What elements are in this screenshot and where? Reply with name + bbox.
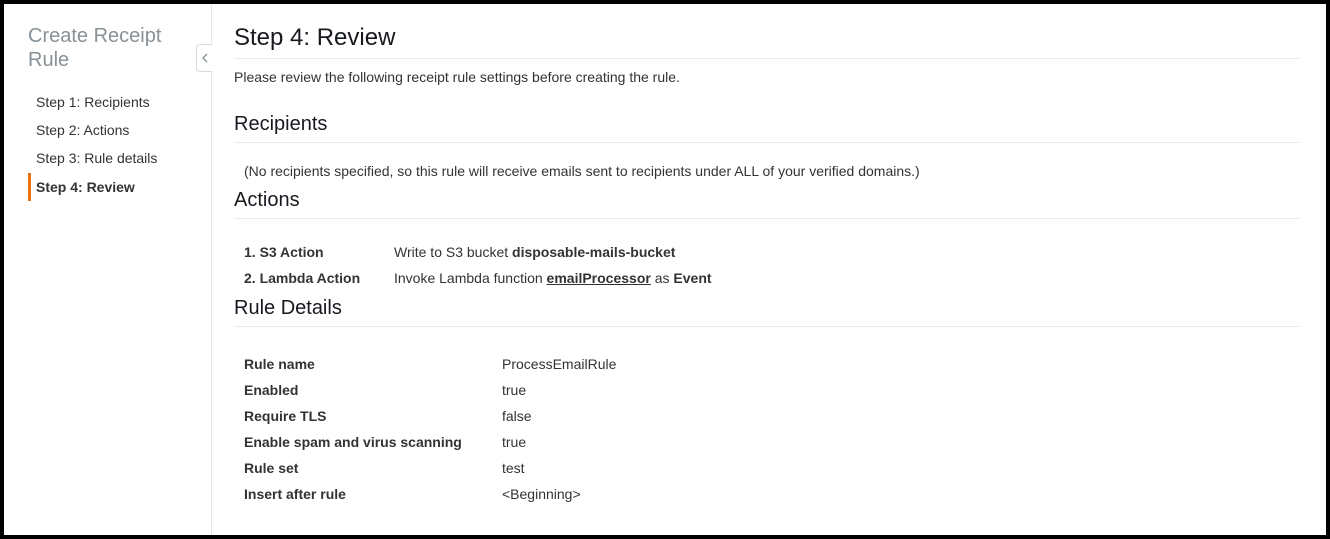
detail-value: true bbox=[502, 382, 526, 398]
action-description: Invoke Lambda function emailProcessor as… bbox=[394, 270, 712, 286]
lambda-function-link[interactable]: emailProcessor bbox=[547, 270, 651, 286]
title-divider bbox=[234, 58, 1300, 59]
sidebar-title: Create Receipt Rule bbox=[28, 24, 193, 72]
actions-table: 1. S3 Action Write to S3 bucket disposab… bbox=[234, 229, 1300, 297]
detail-row-spam-virus: Enable spam and virus scanning true bbox=[244, 429, 1300, 455]
action-desc-post-pre: as bbox=[651, 270, 674, 286]
nav-step-3[interactable]: Step 3: Rule details bbox=[28, 144, 193, 172]
action-description: Write to S3 bucket disposable-mails-buck… bbox=[394, 244, 675, 260]
sidebar: Create Receipt Rule Step 1: Recipients S… bbox=[4, 4, 212, 535]
sidebar-collapse-handle[interactable] bbox=[196, 44, 212, 72]
nav-step-2[interactable]: Step 2: Actions bbox=[28, 116, 193, 144]
rule-details-table: Rule name ProcessEmailRule Enabled true … bbox=[234, 337, 1300, 507]
detail-label: Insert after rule bbox=[244, 486, 502, 502]
detail-row-rule-name: Rule name ProcessEmailRule bbox=[244, 351, 1300, 377]
recipients-heading: Recipients bbox=[234, 113, 1300, 136]
rule-details-heading: Rule Details bbox=[234, 297, 1300, 320]
detail-row-enabled: Enabled true bbox=[244, 377, 1300, 403]
action-target: disposable-mails-bucket bbox=[512, 244, 675, 260]
detail-value: true bbox=[502, 434, 526, 450]
action-desc-pre: Write to S3 bucket bbox=[394, 244, 512, 260]
detail-label: Require TLS bbox=[244, 408, 502, 424]
action-invocation-type: Event bbox=[673, 270, 711, 286]
intro-text: Please review the following receipt rule… bbox=[234, 69, 1300, 85]
detail-label: Rule name bbox=[244, 356, 502, 372]
app-frame: Create Receipt Rule Step 1: Recipients S… bbox=[0, 0, 1330, 539]
nav-step-4[interactable]: Step 4: Review bbox=[28, 173, 193, 201]
action-label: 2. Lambda Action bbox=[244, 270, 394, 286]
detail-value: test bbox=[502, 460, 525, 476]
detail-label: Enable spam and virus scanning bbox=[244, 434, 502, 450]
detail-value: false bbox=[502, 408, 532, 424]
actions-divider bbox=[234, 218, 1300, 219]
caret-left-icon bbox=[202, 53, 208, 63]
detail-value: ProcessEmailRule bbox=[502, 356, 616, 372]
rule-details-divider bbox=[234, 326, 1300, 327]
nav-step-1[interactable]: Step 1: Recipients bbox=[28, 88, 193, 116]
action-desc-pre: Invoke Lambda function bbox=[394, 270, 547, 286]
detail-label: Rule set bbox=[244, 460, 502, 476]
detail-row-insert-after: Insert after rule <Beginning> bbox=[244, 481, 1300, 507]
detail-row-rule-set: Rule set test bbox=[244, 455, 1300, 481]
main-content: Step 4: Review Please review the followi… bbox=[212, 4, 1326, 535]
page-title: Step 4: Review bbox=[234, 24, 1300, 52]
recipients-divider bbox=[234, 142, 1300, 143]
detail-row-require-tls: Require TLS false bbox=[244, 403, 1300, 429]
detail-value: <Beginning> bbox=[502, 486, 581, 502]
action-row-lambda: 2. Lambda Action Invoke Lambda function … bbox=[244, 265, 1300, 291]
detail-label: Enabled bbox=[244, 382, 502, 398]
wizard-nav: Step 1: Recipients Step 2: Actions Step … bbox=[28, 88, 193, 201]
action-row-s3: 1. S3 Action Write to S3 bucket disposab… bbox=[244, 239, 1300, 265]
actions-heading: Actions bbox=[234, 189, 1300, 212]
action-label: 1. S3 Action bbox=[244, 244, 394, 260]
recipients-note: (No recipients specified, so this rule w… bbox=[234, 153, 1300, 189]
